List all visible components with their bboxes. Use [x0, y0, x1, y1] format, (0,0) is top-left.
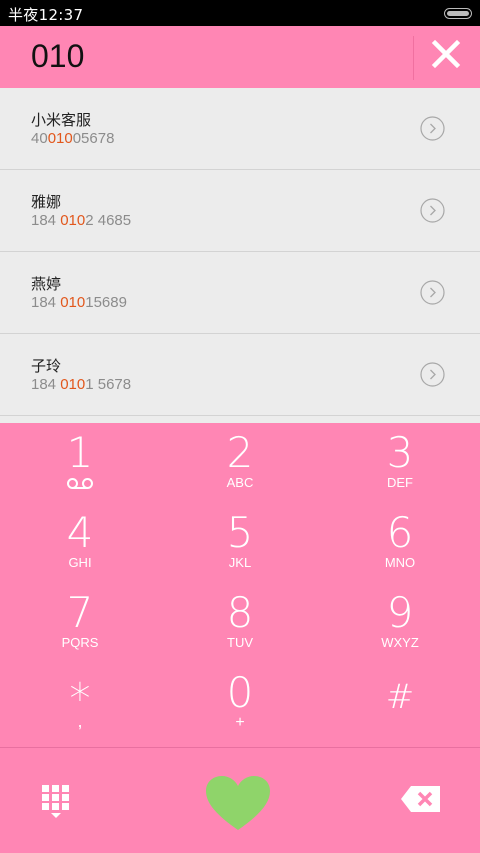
battery-icon — [444, 8, 472, 19]
dial-input-bar: 010 — [0, 26, 480, 88]
key-5[interactable]: 5 JKL — [160, 503, 320, 583]
contact-name: 燕婷 — [31, 275, 62, 293]
match-highlight: 010 — [60, 376, 86, 393]
close-icon — [431, 39, 461, 69]
contact-name: 雅娜 — [31, 193, 62, 211]
key-1[interactable]: 1 — [0, 423, 160, 503]
contact-number: 184 01015689 — [31, 294, 127, 311]
key-6[interactable]: 6 MNO — [320, 503, 480, 583]
contact-name: 小米客服 — [31, 111, 92, 129]
dialer-action-bar — [0, 747, 480, 853]
match-highlight: 010 — [60, 212, 86, 229]
match-highlight: 010 — [47, 130, 73, 147]
key-3[interactable]: 3 DEF — [320, 423, 480, 503]
input-divider — [413, 36, 414, 80]
key-8[interactable]: 8 TUV — [160, 583, 320, 663]
voicemail-icon — [67, 478, 93, 489]
key-2[interactable]: 2 ABC — [160, 423, 320, 503]
chevron-right-circle-icon[interactable] — [420, 280, 445, 305]
key-0[interactable]: 0 + — [160, 663, 320, 743]
contact-number: 184 0102 4685 — [31, 212, 132, 229]
key-9[interactable]: 9 WXYZ — [320, 583, 480, 663]
contact-results-list: 小米客服 4001005678 雅娜 184 0102 4685 燕婷 184 … — [0, 88, 480, 422]
match-highlight: 010 — [60, 294, 86, 311]
contact-number: 184 0101 5678 — [31, 376, 132, 393]
contact-name: 子玲 — [31, 357, 62, 375]
contact-number: 4001005678 — [31, 130, 115, 147]
key-star[interactable]: * , — [0, 663, 160, 743]
dial-number-input[interactable]: 010 — [31, 38, 84, 75]
contact-row[interactable]: 子玲 184 0101 5678 — [0, 334, 480, 416]
key-4[interactable]: 4 GHI — [0, 503, 160, 583]
dial-keypad: 1 2 ABC 3 DEF 4 GHI 5 JKL 6 MNO 7 PQRS 8… — [0, 423, 480, 748]
backspace-icon[interactable] — [400, 785, 442, 813]
key-hash[interactable]: # — [320, 663, 480, 743]
key-7[interactable]: 7 PQRS — [0, 583, 160, 663]
chevron-right-circle-icon[interactable] — [420, 362, 445, 387]
clear-input-button[interactable] — [428, 36, 464, 72]
contact-row[interactable]: 雅娜 184 0102 4685 — [0, 170, 480, 252]
contact-row[interactable]: 小米客服 4001005678 — [0, 88, 480, 170]
status-bar: 半夜12:37 — [0, 0, 480, 26]
heart-call-icon[interactable] — [204, 774, 272, 834]
chevron-right-circle-icon[interactable] — [420, 116, 445, 141]
chevron-right-circle-icon[interactable] — [420, 198, 445, 223]
keypad-icon[interactable] — [40, 783, 72, 819]
contact-row[interactable]: 燕婷 184 01015689 — [0, 252, 480, 334]
status-time: 半夜12:37 — [8, 6, 84, 24]
